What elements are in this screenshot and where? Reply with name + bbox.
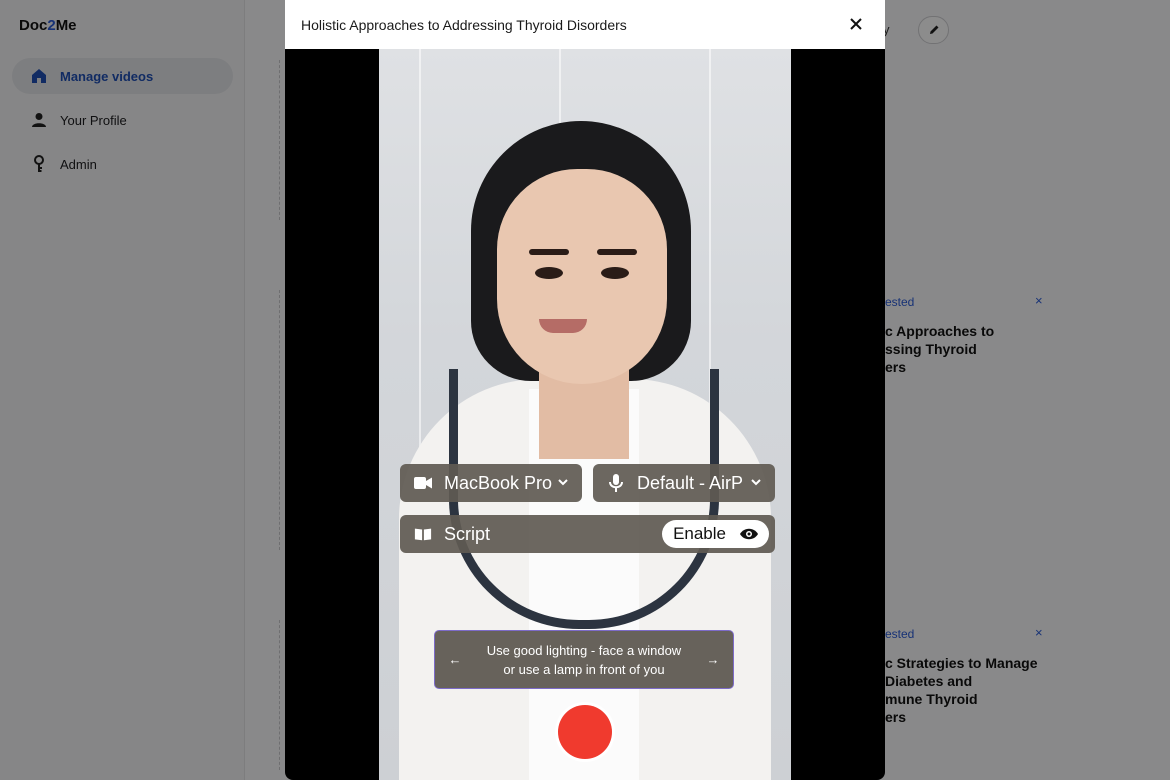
microphone-icon [607, 474, 625, 492]
close-button[interactable] [845, 13, 867, 35]
close-icon [850, 18, 862, 30]
eyebrow [597, 249, 637, 255]
eye [535, 267, 563, 279]
record-video-modal: Holistic Approaches to Addressing Thyroi… [285, 0, 885, 780]
script-enable-button[interactable]: Enable [662, 520, 769, 548]
microphone-select[interactable]: Default - AirP [593, 464, 775, 502]
eyebrow [529, 249, 569, 255]
record-button[interactable] [555, 702, 615, 762]
chevron-down-icon [556, 475, 570, 489]
book-icon [414, 525, 432, 543]
doctor-face [497, 169, 667, 384]
microphone-select-value: Default - AirP [637, 472, 743, 493]
script-enable-label: Enable [673, 524, 726, 543]
camera-select-value: MacBook Pro [444, 472, 552, 493]
modal-title: Holistic Approaches to Addressing Thyroi… [301, 16, 627, 33]
camera-select[interactable]: MacBook Pro [400, 464, 582, 502]
tip-text: Use good lighting - face a window or use… [486, 642, 682, 677]
record-dot-icon [558, 705, 612, 759]
eye-icon [739, 527, 759, 541]
tip-previous-button[interactable]: ← [435, 652, 475, 667]
modal-header: Holistic Approaches to Addressing Thyroi… [285, 0, 885, 49]
video-camera-icon [414, 474, 432, 492]
recording-tip: ← Use good lighting - face a window or u… [434, 630, 734, 689]
eye [601, 267, 629, 279]
script-toggle-bar: Script Enable [400, 515, 775, 553]
tip-next-button[interactable]: → [693, 652, 733, 667]
chevron-down-icon [749, 475, 763, 489]
smile [539, 319, 587, 333]
script-label: Script [444, 523, 491, 544]
